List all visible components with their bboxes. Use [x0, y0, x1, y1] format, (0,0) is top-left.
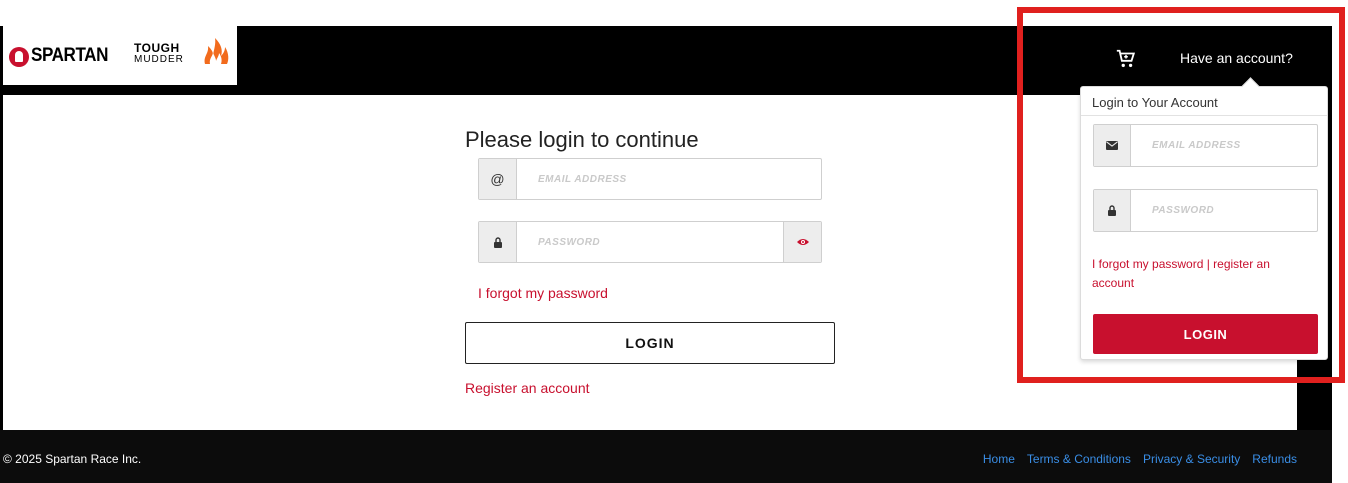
- dropdown-divider: [1081, 115, 1327, 116]
- site-header: SPARTAN TOUGH MUDDER Have an account?: [0, 26, 1332, 95]
- dropdown-password-group: [1093, 189, 1318, 232]
- dropdown-links: I forgot my password | register an accou…: [1092, 255, 1302, 293]
- footer-link-privacy[interactable]: Privacy & Security: [1143, 452, 1240, 466]
- footer-link-terms[interactable]: Terms & Conditions: [1027, 452, 1131, 466]
- lock-icon: [1094, 190, 1131, 231]
- register-link[interactable]: Register an account: [465, 380, 590, 396]
- site-footer: © 2025 Spartan Race Inc. Home Terms & Co…: [0, 430, 1332, 483]
- envelope-icon: [1094, 125, 1131, 166]
- dropdown-forgot-link[interactable]: I forgot my password: [1092, 257, 1203, 271]
- account-dropdown: Login to Your Account I forgot my passwo…: [1080, 86, 1328, 360]
- footer-nav: Home Terms & Conditions Privacy & Securi…: [983, 452, 1297, 466]
- forgot-password-link[interactable]: I forgot my password: [478, 285, 608, 301]
- logo-area[interactable]: SPARTAN TOUGH MUDDER: [3, 26, 237, 85]
- footer-link-home[interactable]: Home: [983, 452, 1015, 466]
- login-button[interactable]: LOGIN: [465, 322, 835, 364]
- tough-mudder-logo-text: TOUGH MUDDER: [134, 41, 184, 65]
- dropdown-email-input[interactable]: [1131, 125, 1317, 166]
- at-sign-icon: @: [479, 159, 517, 199]
- flame-icon: [204, 38, 229, 64]
- page-title: Please login to continue: [465, 127, 699, 152]
- spartan-logo-text: SPARTAN: [31, 45, 108, 66]
- mudder-text: MUDDER: [134, 54, 184, 65]
- dropdown-login-button[interactable]: LOGIN: [1093, 314, 1318, 354]
- dropdown-password-input[interactable]: [1131, 190, 1317, 231]
- link-separator: |: [1203, 257, 1214, 271]
- lock-icon: [479, 222, 517, 262]
- spartan-helmet-icon: [9, 47, 29, 67]
- dropdown-email-group: [1093, 124, 1318, 167]
- footer-link-refunds[interactable]: Refunds: [1252, 452, 1297, 466]
- email-input[interactable]: [517, 159, 821, 199]
- password-input[interactable]: [517, 222, 783, 262]
- cart-icon[interactable]: [1115, 48, 1137, 70]
- page: SPARTAN TOUGH MUDDER Have an account? Pl…: [0, 0, 1348, 483]
- copyright-text: © 2025 Spartan Race Inc.: [3, 452, 142, 466]
- have-account-link[interactable]: Have an account?: [1180, 50, 1293, 66]
- tough-text: TOUGH: [134, 41, 180, 55]
- eye-icon[interactable]: [783, 222, 821, 262]
- dropdown-title: Login to Your Account: [1092, 95, 1218, 110]
- password-input-group: [478, 221, 822, 263]
- email-input-group: @: [478, 158, 822, 200]
- left-border: [0, 26, 3, 430]
